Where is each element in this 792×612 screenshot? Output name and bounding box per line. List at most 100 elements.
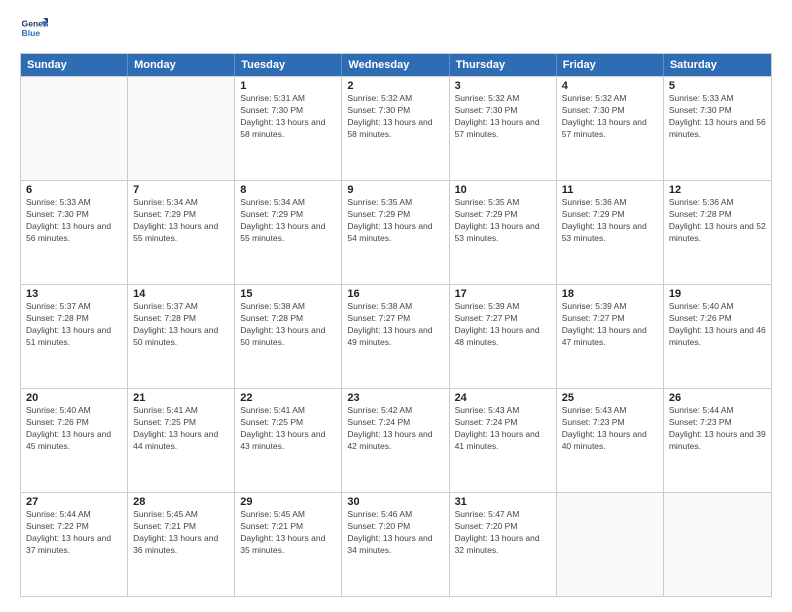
calendar-cell: 8Sunrise: 5:34 AM Sunset: 7:29 PM Daylig… (235, 181, 342, 284)
calendar-cell: 26Sunrise: 5:44 AM Sunset: 7:23 PM Dayli… (664, 389, 771, 492)
calendar-cell: 20Sunrise: 5:40 AM Sunset: 7:26 PM Dayli… (21, 389, 128, 492)
day-info: Sunrise: 5:41 AM Sunset: 7:25 PM Dayligh… (240, 405, 336, 453)
calendar-cell: 31Sunrise: 5:47 AM Sunset: 7:20 PM Dayli… (450, 493, 557, 596)
logo-icon: General Blue (20, 15, 48, 43)
calendar-cell: 10Sunrise: 5:35 AM Sunset: 7:29 PM Dayli… (450, 181, 557, 284)
calendar-cell: 21Sunrise: 5:41 AM Sunset: 7:25 PM Dayli… (128, 389, 235, 492)
calendar-cell: 11Sunrise: 5:36 AM Sunset: 7:29 PM Dayli… (557, 181, 664, 284)
day-number: 10 (455, 184, 551, 196)
day-info: Sunrise: 5:32 AM Sunset: 7:30 PM Dayligh… (562, 93, 658, 141)
calendar-cell: 2Sunrise: 5:32 AM Sunset: 7:30 PM Daylig… (342, 77, 449, 180)
day-info: Sunrise: 5:36 AM Sunset: 7:29 PM Dayligh… (562, 197, 658, 245)
calendar-cell: 9Sunrise: 5:35 AM Sunset: 7:29 PM Daylig… (342, 181, 449, 284)
day-number: 20 (26, 392, 122, 404)
day-number: 31 (455, 496, 551, 508)
day-info: Sunrise: 5:32 AM Sunset: 7:30 PM Dayligh… (347, 93, 443, 141)
calendar-cell: 29Sunrise: 5:45 AM Sunset: 7:21 PM Dayli… (235, 493, 342, 596)
day-number: 14 (133, 288, 229, 300)
day-info: Sunrise: 5:38 AM Sunset: 7:28 PM Dayligh… (240, 301, 336, 349)
day-number: 5 (669, 80, 766, 92)
day-info: Sunrise: 5:46 AM Sunset: 7:20 PM Dayligh… (347, 509, 443, 557)
day-number: 13 (26, 288, 122, 300)
calendar-row: 13Sunrise: 5:37 AM Sunset: 7:28 PM Dayli… (21, 284, 771, 388)
calendar-body: 1Sunrise: 5:31 AM Sunset: 7:30 PM Daylig… (21, 76, 771, 596)
calendar-row: 6Sunrise: 5:33 AM Sunset: 7:30 PM Daylig… (21, 180, 771, 284)
calendar-cell: 6Sunrise: 5:33 AM Sunset: 7:30 PM Daylig… (21, 181, 128, 284)
day-info: Sunrise: 5:36 AM Sunset: 7:28 PM Dayligh… (669, 197, 766, 245)
calendar-cell: 3Sunrise: 5:32 AM Sunset: 7:30 PM Daylig… (450, 77, 557, 180)
weekday-header: Monday (128, 54, 235, 76)
calendar-cell: 15Sunrise: 5:38 AM Sunset: 7:28 PM Dayli… (235, 285, 342, 388)
calendar-cell (664, 493, 771, 596)
calendar-cell: 12Sunrise: 5:36 AM Sunset: 7:28 PM Dayli… (664, 181, 771, 284)
day-number: 17 (455, 288, 551, 300)
day-number: 9 (347, 184, 443, 196)
calendar-row: 1Sunrise: 5:31 AM Sunset: 7:30 PM Daylig… (21, 76, 771, 180)
calendar-cell: 23Sunrise: 5:42 AM Sunset: 7:24 PM Dayli… (342, 389, 449, 492)
day-number: 30 (347, 496, 443, 508)
weekday-header: Saturday (664, 54, 771, 76)
day-info: Sunrise: 5:39 AM Sunset: 7:27 PM Dayligh… (455, 301, 551, 349)
calendar-cell (557, 493, 664, 596)
calendar-cell: 1Sunrise: 5:31 AM Sunset: 7:30 PM Daylig… (235, 77, 342, 180)
svg-text:Blue: Blue (22, 28, 41, 38)
day-number: 23 (347, 392, 443, 404)
day-info: Sunrise: 5:38 AM Sunset: 7:27 PM Dayligh… (347, 301, 443, 349)
day-info: Sunrise: 5:35 AM Sunset: 7:29 PM Dayligh… (347, 197, 443, 245)
day-info: Sunrise: 5:39 AM Sunset: 7:27 PM Dayligh… (562, 301, 658, 349)
day-info: Sunrise: 5:34 AM Sunset: 7:29 PM Dayligh… (133, 197, 229, 245)
day-info: Sunrise: 5:32 AM Sunset: 7:30 PM Dayligh… (455, 93, 551, 141)
day-number: 21 (133, 392, 229, 404)
day-info: Sunrise: 5:37 AM Sunset: 7:28 PM Dayligh… (26, 301, 122, 349)
calendar-cell: 27Sunrise: 5:44 AM Sunset: 7:22 PM Dayli… (21, 493, 128, 596)
calendar-cell: 30Sunrise: 5:46 AM Sunset: 7:20 PM Dayli… (342, 493, 449, 596)
day-number: 26 (669, 392, 766, 404)
day-info: Sunrise: 5:41 AM Sunset: 7:25 PM Dayligh… (133, 405, 229, 453)
weekday-header: Tuesday (235, 54, 342, 76)
calendar-cell (128, 77, 235, 180)
calendar-cell (21, 77, 128, 180)
day-info: Sunrise: 5:43 AM Sunset: 7:24 PM Dayligh… (455, 405, 551, 453)
calendar-page: General Blue SundayMondayTuesdayWednesda… (0, 0, 792, 612)
calendar-cell: 19Sunrise: 5:40 AM Sunset: 7:26 PM Dayli… (664, 285, 771, 388)
day-number: 15 (240, 288, 336, 300)
calendar-row: 20Sunrise: 5:40 AM Sunset: 7:26 PM Dayli… (21, 388, 771, 492)
weekday-header: Wednesday (342, 54, 449, 76)
calendar-cell: 7Sunrise: 5:34 AM Sunset: 7:29 PM Daylig… (128, 181, 235, 284)
day-number: 22 (240, 392, 336, 404)
calendar-cell: 22Sunrise: 5:41 AM Sunset: 7:25 PM Dayli… (235, 389, 342, 492)
calendar-cell: 14Sunrise: 5:37 AM Sunset: 7:28 PM Dayli… (128, 285, 235, 388)
calendar: SundayMondayTuesdayWednesdayThursdayFrid… (20, 53, 772, 597)
day-info: Sunrise: 5:43 AM Sunset: 7:23 PM Dayligh… (562, 405, 658, 453)
day-info: Sunrise: 5:33 AM Sunset: 7:30 PM Dayligh… (669, 93, 766, 141)
header: General Blue (20, 15, 772, 43)
calendar-cell: 18Sunrise: 5:39 AM Sunset: 7:27 PM Dayli… (557, 285, 664, 388)
day-number: 11 (562, 184, 658, 196)
day-info: Sunrise: 5:33 AM Sunset: 7:30 PM Dayligh… (26, 197, 122, 245)
day-number: 3 (455, 80, 551, 92)
day-info: Sunrise: 5:42 AM Sunset: 7:24 PM Dayligh… (347, 405, 443, 453)
day-number: 28 (133, 496, 229, 508)
day-number: 4 (562, 80, 658, 92)
calendar-cell: 28Sunrise: 5:45 AM Sunset: 7:21 PM Dayli… (128, 493, 235, 596)
day-info: Sunrise: 5:34 AM Sunset: 7:29 PM Dayligh… (240, 197, 336, 245)
calendar-cell: 24Sunrise: 5:43 AM Sunset: 7:24 PM Dayli… (450, 389, 557, 492)
day-info: Sunrise: 5:35 AM Sunset: 7:29 PM Dayligh… (455, 197, 551, 245)
day-number: 2 (347, 80, 443, 92)
day-info: Sunrise: 5:31 AM Sunset: 7:30 PM Dayligh… (240, 93, 336, 141)
day-number: 19 (669, 288, 766, 300)
calendar-cell: 16Sunrise: 5:38 AM Sunset: 7:27 PM Dayli… (342, 285, 449, 388)
calendar-row: 27Sunrise: 5:44 AM Sunset: 7:22 PM Dayli… (21, 492, 771, 596)
day-info: Sunrise: 5:45 AM Sunset: 7:21 PM Dayligh… (133, 509, 229, 557)
day-number: 1 (240, 80, 336, 92)
day-number: 7 (133, 184, 229, 196)
day-info: Sunrise: 5:47 AM Sunset: 7:20 PM Dayligh… (455, 509, 551, 557)
day-info: Sunrise: 5:44 AM Sunset: 7:23 PM Dayligh… (669, 405, 766, 453)
day-number: 27 (26, 496, 122, 508)
calendar-cell: 5Sunrise: 5:33 AM Sunset: 7:30 PM Daylig… (664, 77, 771, 180)
calendar-header: SundayMondayTuesdayWednesdayThursdayFrid… (21, 54, 771, 76)
day-info: Sunrise: 5:37 AM Sunset: 7:28 PM Dayligh… (133, 301, 229, 349)
calendar-cell: 4Sunrise: 5:32 AM Sunset: 7:30 PM Daylig… (557, 77, 664, 180)
day-number: 8 (240, 184, 336, 196)
day-number: 12 (669, 184, 766, 196)
